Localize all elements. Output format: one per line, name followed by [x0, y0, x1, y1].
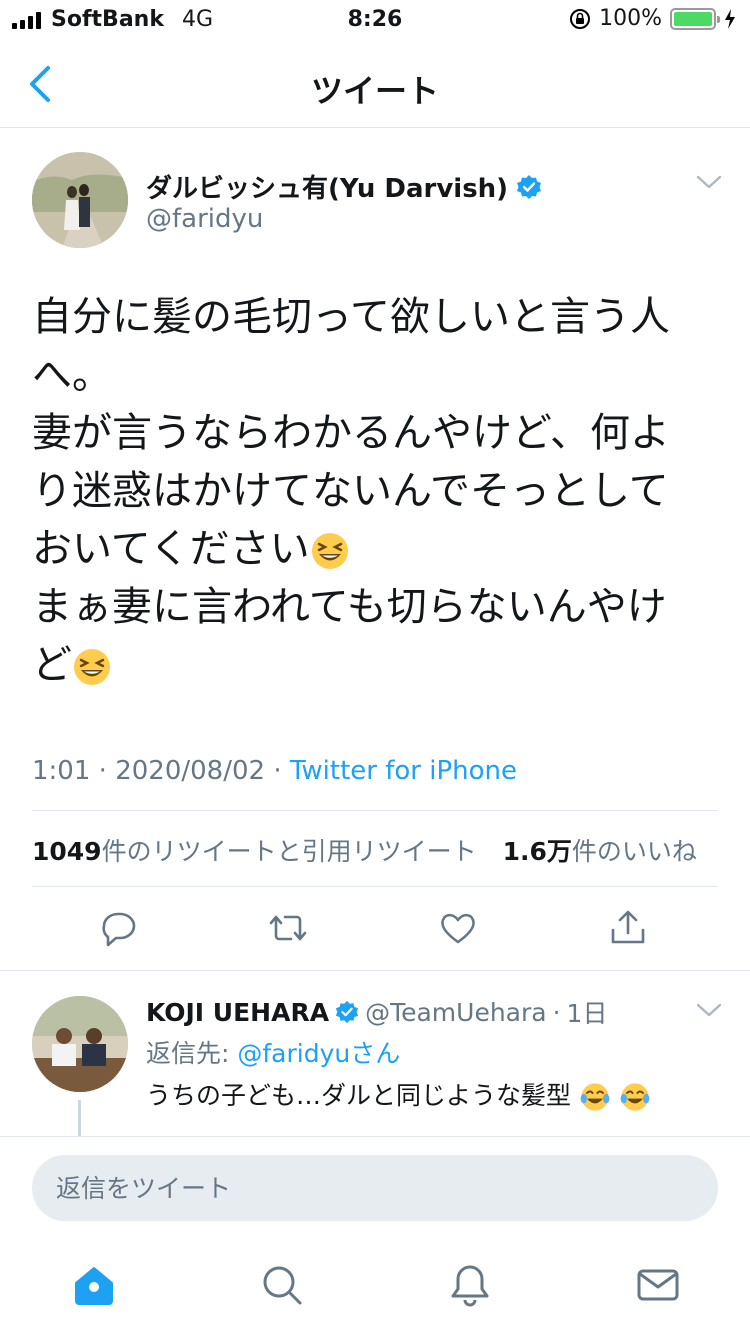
battery-icon	[670, 7, 720, 30]
charging-icon	[725, 8, 735, 29]
tweet-line: へ。	[32, 352, 112, 398]
tears-of-joy-emoji-icon	[620, 1083, 650, 1111]
likes-stat[interactable]: 1.6万件のいいね	[503, 837, 697, 866]
tweet-actions	[0, 908, 750, 952]
divider	[32, 810, 718, 811]
retweet-count: 1049	[32, 837, 102, 866]
author-handle[interactable]: @faridyu	[146, 204, 263, 234]
verified-badge-icon	[335, 1000, 359, 1024]
search-icon[interactable]	[260, 1263, 304, 1307]
tweet-line: り迷惑はかけてないんでそっとして	[32, 468, 669, 514]
reply-text-body: うちの子ども…ダルと同じような髪型	[146, 1081, 572, 1110]
retweets-stat[interactable]: 1049件のリツイートと引用リツイート	[32, 837, 477, 866]
reply-menu-chevron-icon[interactable]	[696, 1000, 722, 1020]
like-heart-icon[interactable]	[438, 908, 478, 948]
share-icon[interactable]	[608, 908, 648, 948]
like-label: 件のいいね	[571, 837, 697, 866]
retweet-label: 件のリツイートと引用リツイート	[101, 837, 477, 866]
laughing-emoji-icon	[311, 533, 348, 569]
author-avatar[interactable]	[32, 152, 128, 248]
reply-author-name[interactable]: KOJI UEHARA	[146, 998, 329, 1027]
tweet-menu-chevron-icon[interactable]	[696, 172, 722, 192]
tweet-line: まぁ妻に言われても切らないんやけ	[32, 584, 667, 630]
tweet-line: 妻が言うならわかるんやけど、何よ	[32, 410, 670, 456]
tweet-line-with-emoji: ど	[32, 636, 722, 694]
reply-header: KOJI UEHARA @TeamUehara · 1日	[146, 994, 607, 1030]
reply-author-avatar[interactable]	[32, 996, 128, 1092]
status-right: 100%	[569, 6, 736, 31]
status-bar: SoftBank 4G 8:26 100%	[0, 0, 750, 40]
home-icon[interactable]	[72, 1263, 116, 1307]
reply-age: 1日	[566, 999, 608, 1028]
author-name-text: ダルビッシュ有(Yu Darvish)	[146, 174, 509, 204]
tweet-line: おいてください	[32, 526, 310, 572]
battery-percent: 100%	[599, 6, 662, 31]
like-count: 1.6万	[502, 837, 572, 866]
tears-of-joy-emoji-icon	[580, 1083, 610, 1111]
verified-badge-icon	[517, 174, 542, 199]
messages-icon[interactable]	[636, 1263, 680, 1307]
reply-to-handle-link[interactable]: @faridyuさん	[237, 1039, 400, 1068]
reply-to-line: 返信先: @faridyuさん	[146, 1034, 400, 1070]
reply-icon[interactable]	[98, 908, 138, 948]
tweet-date: 2020/08/02	[115, 756, 266, 786]
laughing-emoji-icon	[74, 649, 110, 685]
tweet-line: ど	[32, 642, 72, 688]
reply-tweet-input[interactable]	[32, 1155, 718, 1221]
author-name[interactable]: ダルビッシュ有(Yu Darvish)	[146, 168, 542, 205]
thread-connector	[78, 1100, 81, 1136]
tweet-source-link[interactable]: Twitter for iPhone	[290, 756, 517, 786]
tweet-line-with-emoji: おいてください	[32, 520, 722, 578]
divider	[0, 970, 750, 971]
page-title: ツイート	[310, 72, 439, 110]
tweet-time: 1:01	[32, 756, 91, 786]
reply-text: うちの子ども…ダルと同じような髪型	[146, 1076, 651, 1113]
nav-bar: ツイート	[0, 40, 750, 128]
retweet-icon[interactable]	[268, 908, 308, 948]
tweet-text: 自分に髪の毛切って欲しいと言う人 へ。 妻が言うならわかるんやけど、何よ り迷惑…	[32, 288, 722, 694]
orientation-lock-icon	[570, 8, 591, 29]
tweet-meta: 1:01 · 2020/08/02 · Twitter for iPhone	[32, 756, 517, 786]
notifications-icon[interactable]	[448, 1263, 492, 1307]
separator: ·	[273, 756, 290, 786]
tweet-line: 自分に髪の毛切って欲しいと言う人	[32, 294, 670, 340]
separator: ·	[98, 756, 116, 786]
bottom-bar	[0, 1136, 750, 1334]
tweet-stats: 1049件のリツイートと引用リツイート 1.6万件のいいね	[32, 832, 697, 868]
separator: ·	[552, 997, 561, 1027]
avatar-photo	[32, 996, 128, 1092]
avatar-photo	[32, 152, 128, 248]
divider	[32, 886, 718, 887]
reply-author-handle[interactable]: @TeamUehara	[365, 998, 547, 1027]
reply-to-prefix: 返信先:	[146, 1039, 238, 1068]
